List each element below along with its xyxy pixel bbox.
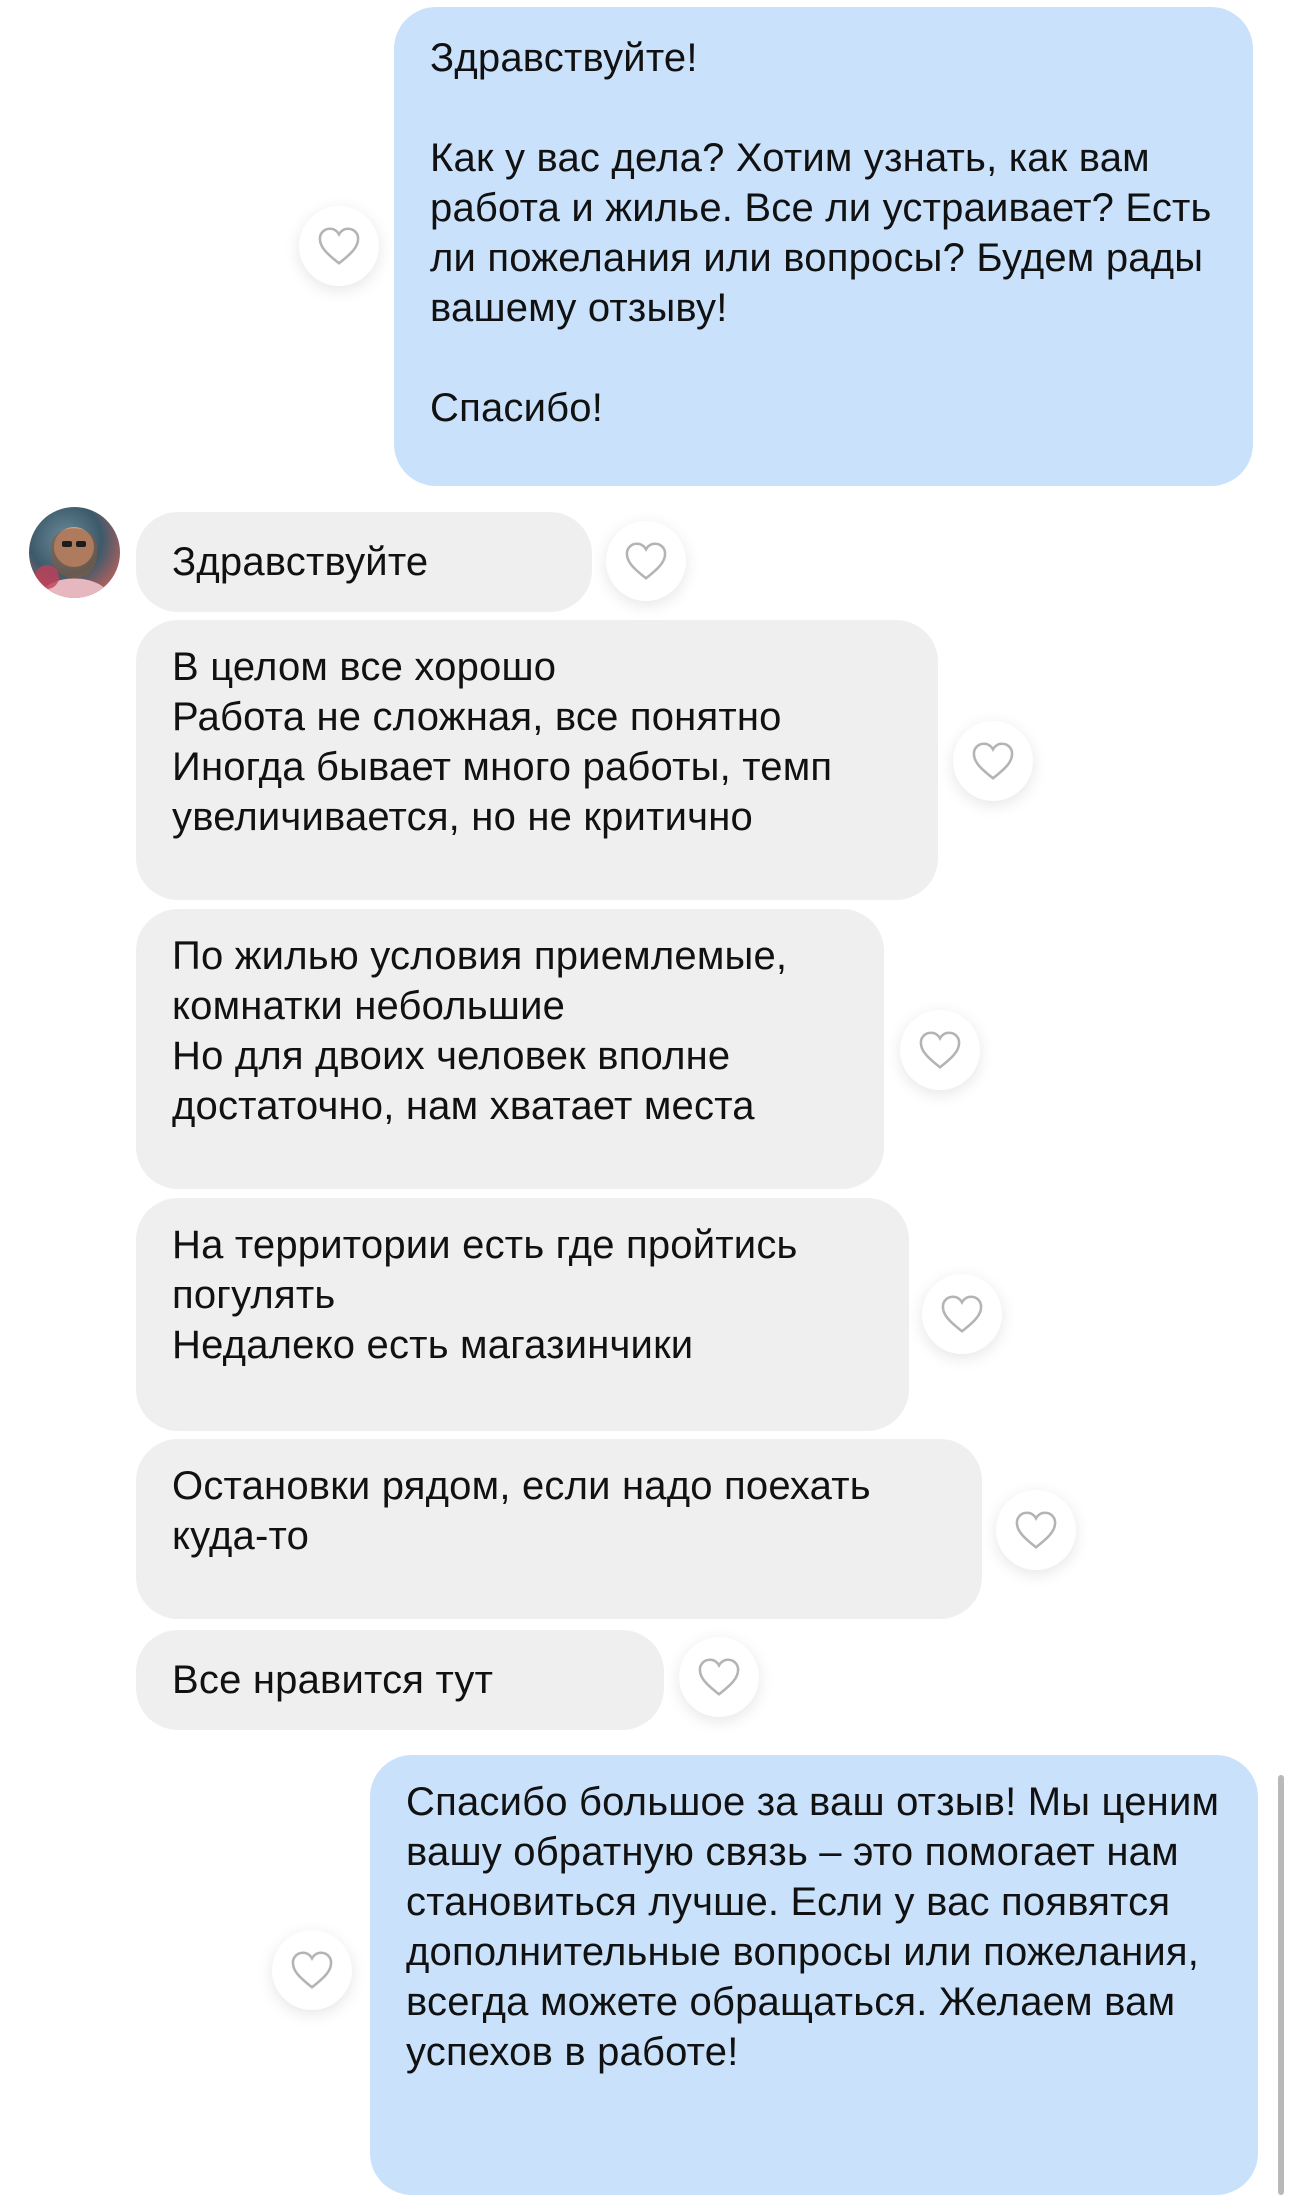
- like-button[interactable]: [900, 1010, 980, 1090]
- heart-outline-icon: [919, 1031, 961, 1069]
- message-bubble-incoming[interactable]: На территории есть где пройтись погулять…: [136, 1198, 909, 1431]
- heart-outline-icon: [1015, 1511, 1057, 1549]
- message-bubble-incoming[interactable]: Здравствуйте: [136, 512, 592, 612]
- like-button[interactable]: [922, 1274, 1002, 1354]
- heart-outline-icon: [941, 1295, 983, 1333]
- scrollbar[interactable]: [1278, 1775, 1284, 2195]
- heart-outline-icon: [318, 227, 360, 265]
- avatar-photo: [35, 527, 111, 598]
- message-bubble-incoming[interactable]: В целом все хорошо Работа не сложная, вс…: [136, 620, 938, 900]
- message-bubble-outgoing[interactable]: Здравствуйте! Как у вас дела? Хотим узна…: [394, 7, 1253, 486]
- like-button[interactable]: [299, 206, 379, 286]
- message-bubble-incoming[interactable]: По жилью условия приемлемые, комнатки не…: [136, 909, 884, 1189]
- like-button[interactable]: [679, 1637, 759, 1717]
- message-bubble-incoming[interactable]: Все нравится тут: [136, 1630, 664, 1730]
- heart-outline-icon: [972, 742, 1014, 780]
- like-button[interactable]: [953, 721, 1033, 801]
- heart-outline-icon: [625, 542, 667, 580]
- message-bubble-incoming[interactable]: Остановки рядом, если надо поехать куда-…: [136, 1439, 982, 1619]
- message-bubble-outgoing[interactable]: Спасибо большое за ваш отзыв! Мы ценим в…: [370, 1755, 1258, 2195]
- avatar[interactable]: [29, 507, 120, 598]
- heart-outline-icon: [291, 1951, 333, 1989]
- like-button[interactable]: [272, 1930, 352, 2010]
- heart-outline-icon: [698, 1658, 740, 1696]
- like-button[interactable]: [996, 1490, 1076, 1570]
- like-button[interactable]: [606, 521, 686, 601]
